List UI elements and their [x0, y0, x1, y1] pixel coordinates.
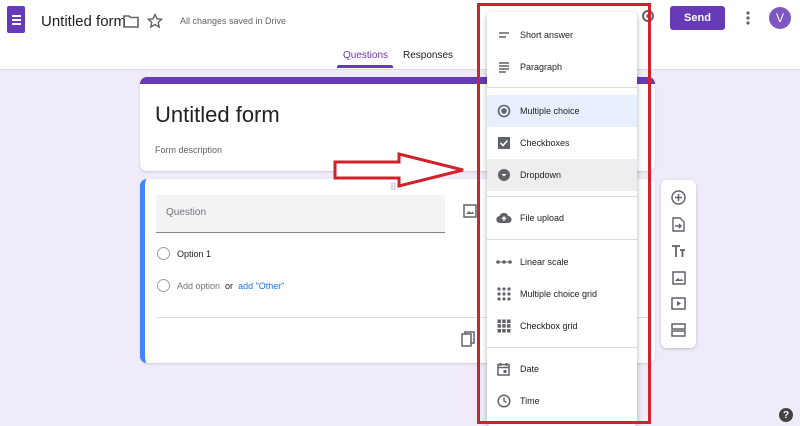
send-button[interactable]: Send — [670, 6, 725, 30]
add-video-icon[interactable] — [670, 295, 687, 312]
add-image-icon[interactable] — [463, 204, 477, 223]
avatar[interactable]: V — [769, 7, 791, 29]
add-other-link[interactable]: add "Other" — [238, 281, 284, 291]
forms-logo-icon[interactable] — [7, 6, 25, 33]
import-questions-icon[interactable] — [670, 216, 687, 233]
add-image-icon[interactable] — [670, 269, 687, 286]
option-label[interactable]: Option 1 — [177, 249, 211, 259]
add-option-row: Add option or add "Other" — [157, 279, 284, 292]
radio-icon — [157, 247, 170, 260]
add-option-link[interactable]: Add option — [177, 281, 220, 291]
radio-icon — [157, 279, 170, 292]
add-question-icon[interactable] — [670, 189, 687, 206]
side-toolbar — [661, 180, 696, 348]
tab-responses[interactable]: Responses — [403, 50, 453, 61]
form-title-header[interactable]: Untitled form — [41, 13, 126, 30]
active-tab-indicator — [337, 65, 393, 68]
form-description[interactable]: Form description — [155, 145, 222, 155]
add-title-icon[interactable] — [670, 243, 687, 260]
star-icon[interactable] — [146, 12, 164, 30]
save-status: All changes saved in Drive — [180, 16, 287, 26]
add-section-icon[interactable] — [670, 321, 687, 338]
duplicate-icon[interactable] — [461, 331, 475, 352]
option-row: Option 1 — [157, 247, 211, 260]
or-text: or — [225, 280, 234, 291]
tab-questions[interactable]: Questions — [343, 50, 388, 61]
annotation-arrow-icon — [333, 152, 464, 188]
folder-icon[interactable] — [122, 12, 140, 30]
question-input[interactable]: Question — [156, 195, 445, 233]
annotation-highlight-box — [477, 3, 651, 424]
help-icon[interactable]: ? — [779, 408, 793, 422]
app-header: Untitled form All changes saved in Drive… — [0, 0, 800, 70]
more-options-icon[interactable] — [742, 8, 754, 28]
form-title[interactable]: Untitled form — [155, 102, 280, 128]
